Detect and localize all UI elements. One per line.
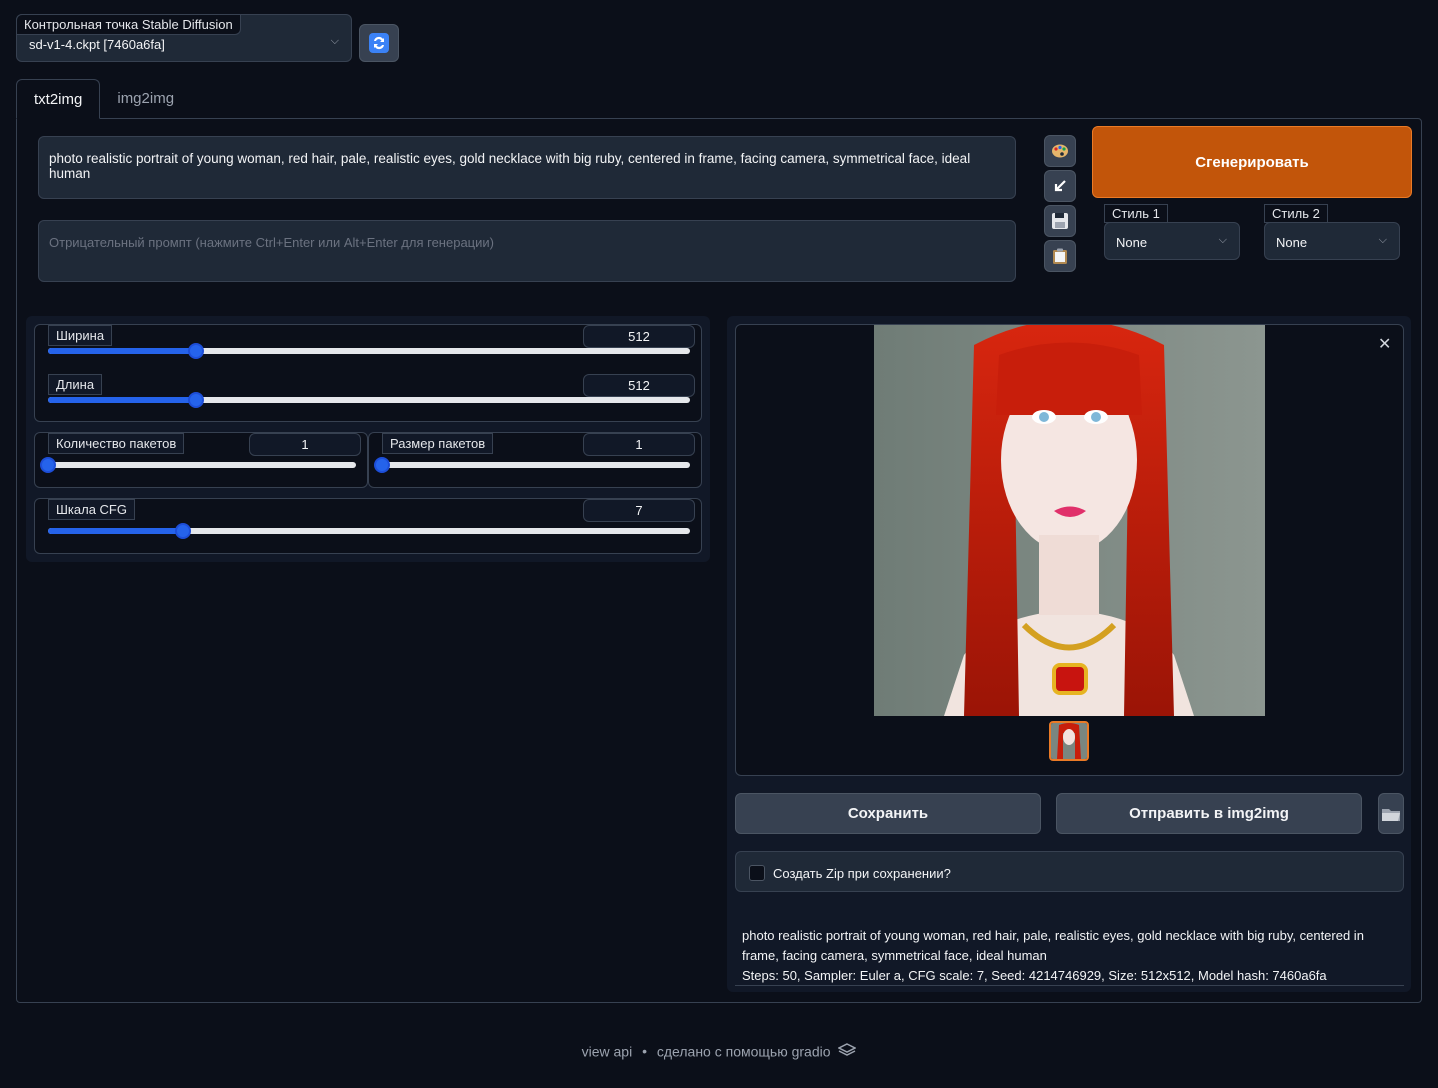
width-label: Ширина <box>48 325 113 346</box>
height-slider[interactable] <box>48 392 690 408</box>
info-params: Steps: 50, Sampler: Euler a, CFG scale: … <box>742 968 1327 983</box>
tab-img2img[interactable]: img2img <box>100 79 191 119</box>
interrogate-button[interactable] <box>1044 135 1076 167</box>
read-params-button[interactable] <box>1044 170 1076 202</box>
tab-bar: txt2img img2img <box>16 79 191 119</box>
height-slider-thumb[interactable] <box>187 392 204 408</box>
generation-info: photo realistic portrait of young woman,… <box>742 926 1392 986</box>
gallery-thumbnail[interactable] <box>1049 721 1089 761</box>
clipboard-icon <box>1053 248 1067 264</box>
batch-count-label: Количество пакетов <box>48 433 185 454</box>
apply-style-button[interactable] <box>1044 240 1076 272</box>
negative-prompt-input[interactable]: Отрицательный промпт (нажмите Ctrl+Enter… <box>38 220 1016 282</box>
settings-panel: Ширина 512 Длина 512 Количество пакетов … <box>26 316 710 562</box>
style-2-dropdown[interactable]: Стиль 2 None ⌵ <box>1264 204 1401 260</box>
footer: view api • сделано с помощью gradio <box>0 1042 1438 1060</box>
zip-checkbox[interactable] <box>749 865 765 881</box>
chevron-down-icon: ⌵ <box>1218 234 1227 246</box>
batch-size-group: Размер пакетов 1 <box>368 432 702 488</box>
save-button[interactable]: Сохранить <box>735 793 1041 834</box>
cfg-slider[interactable] <box>48 523 690 539</box>
height-number-input[interactable]: 512 <box>583 374 695 397</box>
width-number-input[interactable]: 512 <box>583 325 695 348</box>
save-style-button[interactable] <box>1044 205 1076 237</box>
batch-count-slider[interactable] <box>40 457 356 473</box>
cfg-slider-thumb[interactable] <box>174 523 191 539</box>
style-1-value: None <box>1116 235 1148 250</box>
chevron-down-icon: ⌵ <box>330 35 339 47</box>
generate-button[interactable]: Сгенерировать <box>1092 126 1412 198</box>
checkpoint-label: Контрольная точка Stable Diffusion <box>16 14 241 35</box>
checkpoint-dropdown[interactable]: Контрольная точка Stable Diffusion sd-v1… <box>16 14 352 62</box>
close-icon[interactable]: ✕ <box>1378 334 1391 354</box>
chevron-down-icon: ⌵ <box>1378 234 1387 246</box>
width-slider[interactable] <box>48 343 690 359</box>
style-1-dropdown[interactable]: Стиль 1 None ⌵ <box>1104 204 1241 260</box>
prompt-input[interactable]: photo realistic portrait of young woman,… <box>38 136 1016 199</box>
floppy-disk-icon <box>1052 213 1068 229</box>
folder-icon <box>1382 808 1400 821</box>
batch-size-number-input[interactable]: 1 <box>583 433 695 456</box>
batch-count-group: Количество пакетов 1 <box>34 432 368 488</box>
style-2-label: Стиль 2 <box>1264 204 1328 223</box>
cfg-group: Шкала CFG 7 <box>34 498 702 554</box>
refresh-icon <box>369 33 389 53</box>
checkpoint-value: sd-v1-4.ckpt [7460a6fa] <box>29 37 165 52</box>
info-prompt: photo realistic portrait of young woman,… <box>742 928 1364 963</box>
batch-count-slider-thumb[interactable] <box>40 457 56 473</box>
batch-size-label: Размер пакетов <box>382 433 494 454</box>
thumbnail-image <box>1051 723 1087 759</box>
send-to-img2img-button[interactable]: Отправить в img2img <box>1056 793 1362 834</box>
tab-txt2img[interactable]: txt2img <box>16 79 101 119</box>
made-with-gradio-link[interactable]: сделано с помощью gradio <box>657 1043 831 1059</box>
view-api-link[interactable]: view api <box>582 1043 633 1059</box>
width-slider-thumb[interactable] <box>187 343 204 359</box>
style-2-value: None <box>1276 235 1308 250</box>
generated-image[interactable] <box>874 325 1265 716</box>
cfg-number-input[interactable]: 7 <box>583 499 695 522</box>
dimensions-group: Ширина 512 Длина 512 <box>34 324 702 422</box>
height-slider-fill <box>48 397 196 403</box>
divider <box>735 985 1404 986</box>
batch-count-number-input[interactable]: 1 <box>249 433 361 456</box>
open-folder-button[interactable] <box>1378 793 1404 834</box>
palette-icon <box>1052 144 1068 158</box>
zip-label: Создать Zip при сохранении? <box>773 866 951 881</box>
batch-size-slider[interactable] <box>374 457 690 473</box>
zip-option[interactable]: Создать Zip при сохранении? <box>735 851 1404 892</box>
cfg-label: Шкала CFG <box>48 499 135 520</box>
gradio-logo-icon <box>837 1042 858 1060</box>
refresh-button[interactable] <box>359 24 399 62</box>
style-1-label: Стиль 1 <box>1104 204 1168 223</box>
width-slider-fill <box>48 348 196 354</box>
arrow-down-left-icon <box>1054 180 1066 192</box>
batch-size-slider-thumb[interactable] <box>374 457 390 473</box>
cfg-slider-fill <box>48 528 183 534</box>
height-label: Длина <box>48 374 103 395</box>
portrait-image <box>874 325 1265 716</box>
footer-separator: • <box>642 1043 647 1060</box>
